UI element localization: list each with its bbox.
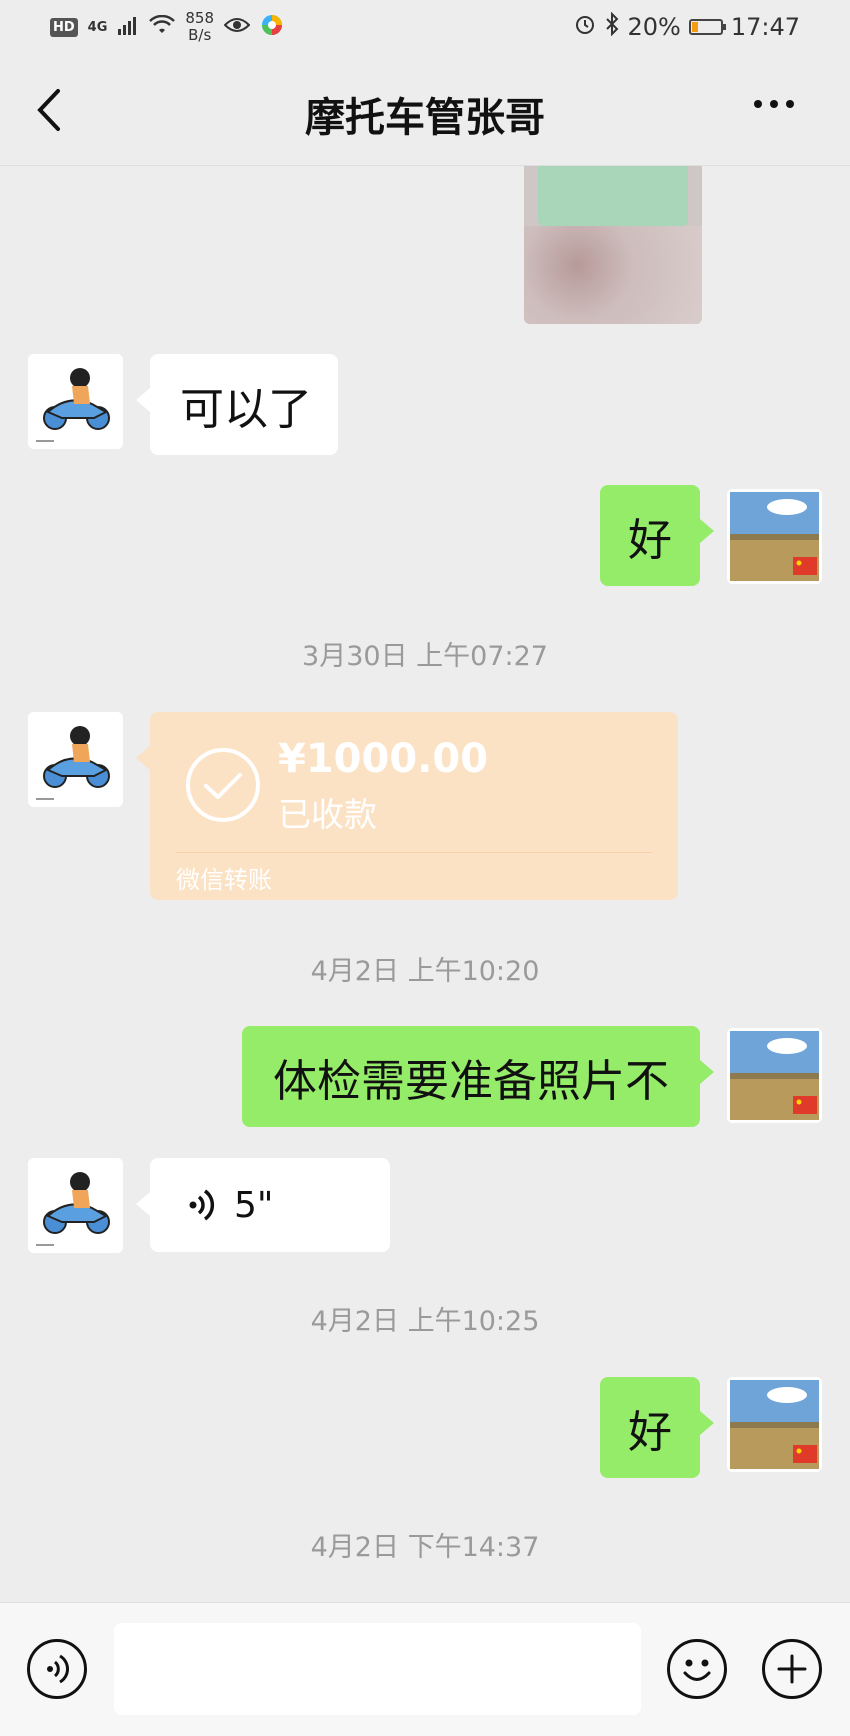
transfer-divider	[176, 852, 652, 853]
transfer-label: 微信转账	[176, 866, 272, 894]
message-bubble[interactable]: 可以了	[136, 354, 338, 455]
message-bubble[interactable]: 好	[600, 1377, 714, 1478]
message-timestamp: 4月2日 下午14:37	[310, 1532, 540, 1563]
id-card-image	[538, 166, 688, 226]
message-timestamp: 4月2日 上午10:25	[310, 1306, 540, 1337]
motorcycle-avatar-icon	[28, 1158, 123, 1253]
battery-fill	[691, 22, 698, 32]
message-text: 好	[628, 514, 672, 566]
message-text: 好	[628, 1406, 672, 1458]
voice-wave-icon	[189, 1189, 215, 1221]
signal-icon	[117, 15, 139, 39]
net-speed-unit: B/s	[188, 26, 212, 44]
more-icon-dot	[770, 100, 778, 108]
battery-percent: 20%	[627, 13, 681, 41]
message-input[interactable]	[114, 1623, 641, 1715]
wifi-icon	[149, 14, 176, 39]
smiley-icon	[683, 1659, 711, 1681]
user-avatar[interactable]	[727, 489, 822, 584]
chat-title: 摩托车管张哥	[305, 95, 545, 141]
image-message[interactable]	[524, 166, 702, 324]
transfer-status: 已收款	[278, 795, 377, 834]
status-bar: HD 4G 858 B/s 20% 17:47	[0, 0, 850, 55]
network-label: 4G	[87, 19, 108, 35]
status-right: 20% 17:47	[573, 11, 800, 42]
contact-avatar[interactable]	[28, 1158, 123, 1253]
clock-time: 17:47	[730, 13, 800, 41]
message-text: 体检需要准备照片不	[273, 1055, 669, 1107]
voice-input-button[interactable]	[27, 1639, 87, 1699]
user-avatar[interactable]	[727, 1028, 822, 1123]
hd-badge: HD	[50, 17, 78, 37]
motorcycle-avatar-icon	[28, 354, 123, 449]
landscape-avatar-icon	[727, 489, 822, 584]
app-logo-icon	[260, 13, 284, 41]
more-functions-button[interactable]	[762, 1639, 822, 1699]
net-speed: 858 B/s	[185, 10, 214, 44]
eye-icon	[223, 16, 251, 38]
contact-avatar[interactable]	[28, 712, 123, 807]
check-circle-icon	[186, 748, 260, 822]
voice-icon	[47, 1654, 70, 1684]
alarm-icon	[573, 12, 597, 42]
more-icon-dot	[786, 100, 794, 108]
landscape-avatar-icon	[727, 1028, 822, 1123]
plus-icon	[777, 1654, 807, 1684]
motorcycle-avatar-icon	[28, 712, 123, 807]
voice-message[interactable]: 5"	[136, 1158, 390, 1252]
more-icon-dot	[754, 100, 762, 108]
message-bubble[interactable]: 体检需要准备照片不	[242, 1026, 714, 1127]
status-left: HD 4G 858 B/s	[50, 10, 284, 44]
battery-icon	[688, 19, 726, 35]
message-text: 可以了	[180, 383, 312, 435]
photo-texture	[524, 226, 702, 324]
net-speed-value: 858	[185, 9, 215, 27]
transfer-card[interactable]: ¥1000.00 已收款 微信转账	[136, 712, 678, 900]
message-timestamp: 4月2日 上午10:20	[310, 956, 540, 987]
voice-duration: 5"	[234, 1184, 274, 1226]
landscape-avatar-icon	[727, 1377, 822, 1472]
input-bar	[0, 1602, 850, 1736]
message-bubble[interactable]: 好	[600, 485, 714, 586]
title-bar: 摩托车管张哥	[0, 55, 850, 166]
contact-avatar[interactable]	[28, 354, 123, 449]
user-avatar[interactable]	[727, 1377, 822, 1472]
message-timestamp: 3月30日 上午07:27	[302, 641, 548, 672]
transfer-amount: ¥1000.00	[278, 736, 489, 782]
emoji-button[interactable]	[667, 1639, 727, 1699]
bluetooth-icon	[605, 11, 619, 42]
more-button[interactable]	[750, 93, 810, 123]
